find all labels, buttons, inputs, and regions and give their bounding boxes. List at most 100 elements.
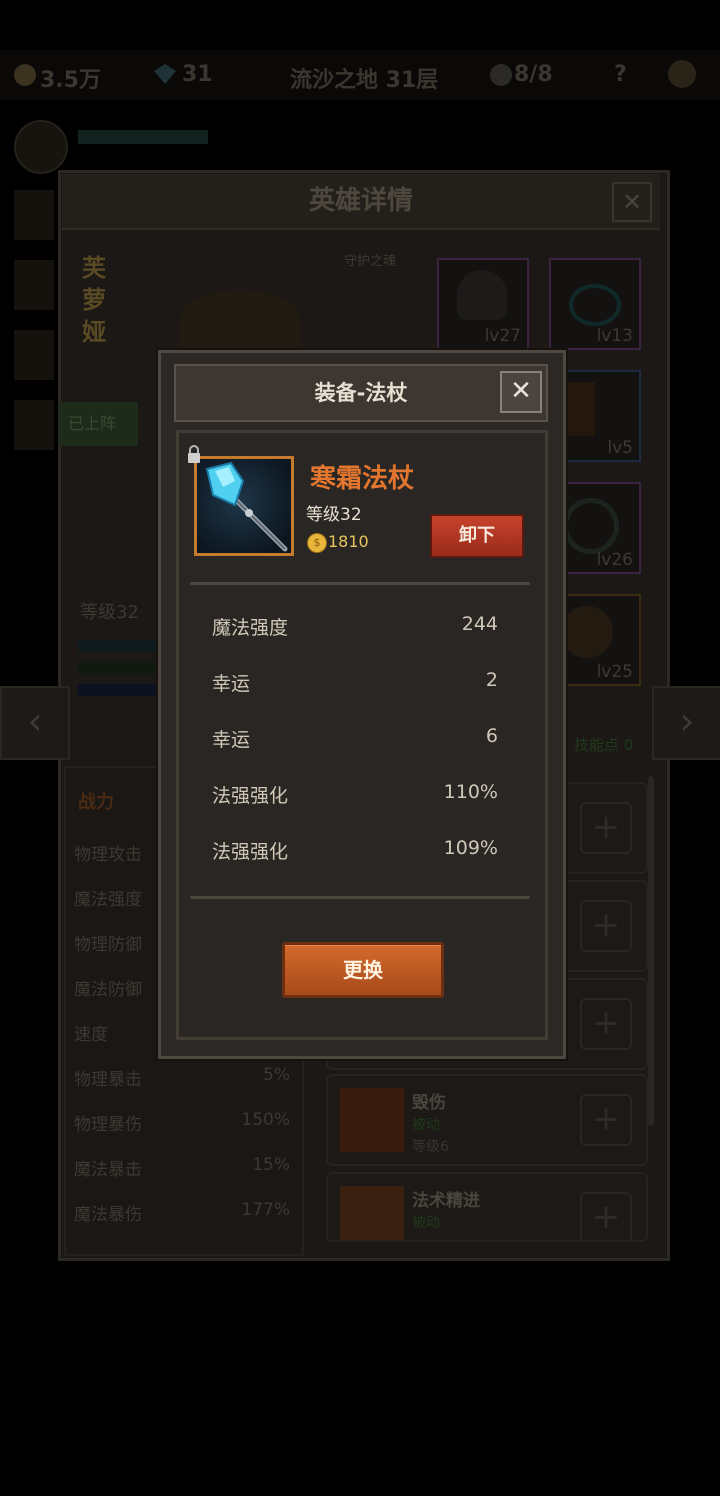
next-hero-arrow-icon[interactable]: ›: [652, 686, 720, 760]
hp-bar: [78, 130, 208, 144]
equipment-slot-necklace[interactable]: lv13: [549, 258, 641, 350]
combat-power-label: 战力: [78, 792, 114, 813]
item-stat-label: 法强强化: [212, 841, 289, 863]
gem-icon: [154, 64, 176, 84]
skill-card[interactable]: 法术精进 被动 +: [326, 1172, 648, 1242]
deployed-badge: 已上阵: [58, 402, 138, 446]
slot-level: lv13: [596, 326, 633, 346]
item-stat-value: 6: [485, 725, 498, 747]
location-label[interactable]: 流沙之地 31层: [290, 62, 438, 94]
close-button[interactable]: ✕: [500, 371, 542, 413]
stat-label: 魔法暴击: [74, 1160, 142, 1180]
hero-portrait[interactable]: [14, 400, 54, 450]
hero-portrait[interactable]: [14, 260, 54, 310]
hero-level: 等级32: [80, 602, 139, 623]
stat-label: 魔法暴伤: [74, 1205, 142, 1225]
ring-icon: [563, 498, 619, 554]
stat-label: 魔法强度: [74, 890, 142, 910]
add-skill-button[interactable]: +: [580, 900, 632, 952]
skull-icon: [490, 64, 512, 86]
guardian-soul-label: 守护之魂: [344, 254, 397, 269]
hero-sprite: [180, 290, 300, 350]
stat-physical-crit-damage: 物理暴伤 150%: [74, 1110, 290, 1135]
hero-portrait[interactable]: [14, 330, 54, 380]
item-stat-label: 法强强化: [212, 785, 289, 807]
item-stat-row: 魔法强度 244: [212, 613, 498, 640]
boots-icon: [565, 382, 595, 436]
add-skill-button[interactable]: +: [580, 802, 632, 854]
item-price: 1810: [328, 532, 369, 551]
slot-level: lv5: [607, 438, 633, 458]
team-count: 8/8: [514, 62, 553, 87]
helmet-icon: [457, 270, 507, 320]
hero-portrait[interactable]: [14, 120, 68, 174]
add-skill-button[interactable]: +: [580, 1192, 632, 1240]
stat-physical-crit: 物理暴击 5%: [74, 1065, 290, 1090]
equipment-modal-title: 装备-法杖: [314, 381, 408, 405]
item-stat-value: 109%: [443, 837, 498, 859]
skill-name: 法术精进: [412, 1191, 480, 1211]
guardian-soul-icon[interactable]: [350, 272, 400, 332]
item-frame: [194, 456, 294, 556]
gold-coin-icon: [14, 64, 36, 86]
skills-scrollbar[interactable]: [648, 776, 654, 1126]
item-stat-value: 244: [461, 613, 498, 635]
necklace-icon: [569, 284, 621, 326]
hero-portrait[interactable]: [14, 190, 54, 240]
stat-label: 物理暴击: [74, 1070, 142, 1090]
skill-type: 被动: [412, 1215, 440, 1231]
add-skill-button[interactable]: +: [580, 998, 632, 1050]
stat-label: 物理防御: [74, 935, 142, 955]
equipment-modal-titlebar: 装备-法杖: [174, 364, 548, 422]
stat-value: 15%: [252, 1155, 290, 1175]
item-stat-value: 2: [485, 669, 498, 691]
slot-level: lv25: [596, 662, 633, 682]
stat-value: 177%: [241, 1200, 290, 1220]
item-stat-row: 法强强化 109%: [212, 837, 498, 864]
stat-label: 魔法防御: [74, 980, 142, 1000]
stat-bar: [78, 684, 158, 696]
hero-panel-close-button[interactable]: ✕: [612, 182, 652, 222]
slot-level: lv27: [484, 326, 521, 346]
item-name: 寒霜法杖: [310, 464, 415, 494]
divider: [190, 896, 530, 899]
stat-label: 速度: [74, 1025, 108, 1045]
gold-coin-icon: $: [307, 533, 327, 553]
shield-icon: [561, 606, 613, 658]
skill-name: 毁伤: [412, 1093, 446, 1113]
item-stat-label: 幸运: [212, 729, 251, 751]
stat-value: 150%: [241, 1110, 290, 1130]
lock-icon[interactable]: [186, 444, 202, 464]
item-level: 等级32: [306, 505, 362, 525]
item-stat-label: 幸运: [212, 673, 251, 695]
help-icon[interactable]: ?: [614, 62, 627, 87]
ruin-skill-icon: [340, 1088, 404, 1152]
equipment-slot-helmet[interactable]: lv27: [437, 258, 529, 350]
stat-label: 物理攻击: [74, 845, 142, 865]
stat-bar: [78, 662, 158, 674]
stat-label: 物理暴伤: [74, 1115, 142, 1135]
stat-magic-crit-damage: 魔法暴伤 177%: [74, 1200, 290, 1225]
skill-level: 等级6: [412, 1139, 449, 1155]
item-stat-row: 法强强化 110%: [212, 781, 498, 808]
gem-amount: 31: [182, 62, 213, 87]
gold-amount: 3.5万: [40, 68, 101, 93]
top-status-bar: 3.5万 31 流沙之地 31层 8/8 ?: [0, 50, 720, 100]
stat-value: 5%: [263, 1065, 290, 1085]
frost-staff-icon: [205, 461, 288, 552]
unequip-button[interactable]: 卸下: [430, 514, 524, 558]
item-stat-row: 幸运 2: [212, 669, 498, 696]
settings-gear-icon[interactable]: [668, 60, 696, 88]
replace-button[interactable]: 更换: [282, 942, 444, 998]
hero-name: 芙萝娅: [82, 254, 106, 346]
item-stat-label: 魔法强度: [212, 617, 289, 639]
hero-details-title: 英雄详情: [308, 186, 413, 216]
item-stat-row: 幸运 6: [212, 725, 498, 752]
slot-level: lv26: [596, 550, 633, 570]
add-skill-button[interactable]: +: [580, 1094, 632, 1146]
previous-hero-arrow-icon[interactable]: ‹: [0, 686, 70, 760]
hero-details-titlebar: 英雄详情: [62, 174, 660, 230]
divider: [190, 582, 530, 585]
stat-magic-crit: 魔法暴击 15%: [74, 1155, 290, 1180]
skill-card[interactable]: 毁伤 被动 等级6 +: [326, 1074, 648, 1166]
